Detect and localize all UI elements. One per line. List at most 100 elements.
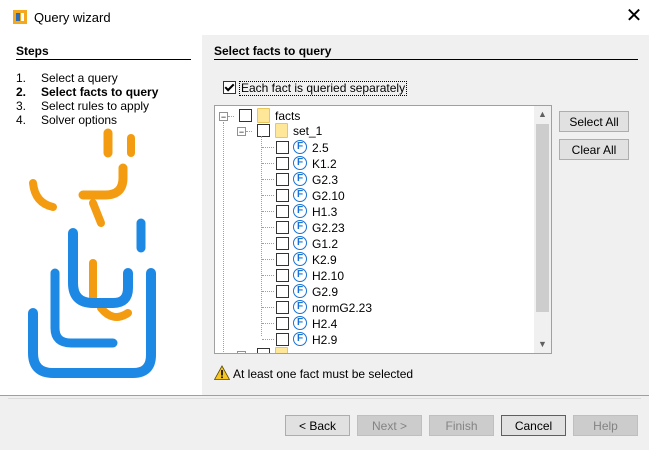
- fact-row[interactable]: F H2.10: [215, 268, 515, 284]
- steps-title: Steps: [16, 44, 49, 58]
- scroll-down-icon[interactable]: ▼: [534, 336, 551, 353]
- folder-icon: [275, 347, 288, 353]
- group-label[interactable]: set_1: [293, 124, 322, 138]
- fact-icon: F: [293, 300, 307, 314]
- group-collapse-icon[interactable]: −: [237, 127, 246, 137]
- fact-row[interactable]: FnormG2.23: [215, 300, 515, 316]
- root-checkbox[interactable]: [239, 109, 252, 122]
- step-label: Select rules to apply: [41, 99, 150, 113]
- tree-connector: [262, 275, 274, 276]
- fact-checkbox[interactable]: [276, 205, 289, 218]
- footer-divider: [8, 398, 641, 399]
- fact-icon: F: [293, 188, 307, 202]
- tree-connector: [262, 307, 274, 308]
- title-bar: Query wizard ✕: [0, 0, 649, 34]
- fact-row[interactable]: F K1.2: [215, 156, 515, 172]
- fact-row[interactable]: F H1.3: [215, 204, 515, 220]
- fact-row[interactable]: F G2.3: [215, 172, 515, 188]
- clear-all-button[interactable]: Clear All: [559, 139, 629, 160]
- fact-label[interactable]: 2.5: [312, 141, 329, 155]
- fact-checkbox[interactable]: [276, 189, 289, 202]
- fact-checkbox[interactable]: [276, 317, 289, 330]
- help-button[interactable]: Help: [573, 415, 638, 436]
- select-all-button[interactable]: Select All: [559, 111, 629, 132]
- tree-connector: [262, 179, 274, 180]
- app-icon: [13, 10, 27, 24]
- tree-vertical-scrollbar[interactable]: ▲ ▼: [534, 106, 551, 353]
- fact-icon: F: [293, 332, 307, 346]
- fact-label[interactable]: normG2.23: [312, 301, 372, 315]
- fact-icon: F: [293, 140, 307, 154]
- fact-label[interactable]: G2.23: [312, 221, 345, 235]
- step-number: 3.: [16, 99, 27, 113]
- section-divider: [214, 59, 638, 60]
- finish-button[interactable]: Finish: [429, 415, 494, 436]
- fact-icon: F: [293, 284, 307, 298]
- fact-label[interactable]: H1.3: [312, 205, 337, 219]
- group-checkbox[interactable]: [257, 124, 270, 137]
- tree-connector: [262, 259, 274, 260]
- fact-checkbox[interactable]: [276, 285, 289, 298]
- fact-row[interactable]: F G2.10: [215, 188, 515, 204]
- fact-checkbox[interactable]: [276, 141, 289, 154]
- window-title: Query wizard: [34, 10, 111, 25]
- fact-icon: F: [293, 172, 307, 186]
- fact-label[interactable]: G2.9: [312, 285, 338, 299]
- tree-connector: [262, 147, 274, 148]
- fact-checkbox[interactable]: [276, 253, 289, 266]
- scroll-thumb[interactable]: [536, 124, 549, 312]
- fact-checkbox[interactable]: [276, 237, 289, 250]
- fact-label[interactable]: K1.2: [312, 157, 337, 171]
- fact-checkbox[interactable]: [276, 221, 289, 234]
- fact-row[interactable]: F G1.2: [215, 236, 515, 252]
- step-number: 1.: [16, 71, 27, 85]
- fact-row[interactable]: F K2.9: [215, 252, 515, 268]
- tree-connector: [228, 116, 234, 117]
- facts-tree[interactable]: − facts − set_1 F 2.5 F K1.2 F G2.3 F G2.10 F H1.…: [214, 105, 552, 354]
- folder-icon: [257, 108, 270, 123]
- fact-checkbox[interactable]: [276, 157, 289, 170]
- fact-icon: F: [293, 316, 307, 330]
- fact-label[interactable]: H2.4: [312, 317, 337, 331]
- fact-label[interactable]: G1.2: [312, 237, 338, 251]
- each-separately-checkbox[interactable]: [223, 81, 236, 94]
- tree-connector: [262, 339, 274, 340]
- section-title: Select facts to query: [214, 44, 332, 58]
- wizard-footer: < Back Next > Finish Cancel Help: [0, 395, 649, 450]
- next-group-checkbox[interactable]: [257, 348, 270, 353]
- fact-row[interactable]: F 2.5: [215, 140, 515, 156]
- fact-checkbox[interactable]: [276, 333, 289, 346]
- tree-connector: [262, 323, 274, 324]
- scroll-up-icon[interactable]: ▲: [534, 106, 551, 123]
- each-separately-label[interactable]: Each fact is queried separately: [239, 81, 408, 96]
- warning-icon: [214, 365, 230, 380]
- fact-label[interactable]: K2.9: [312, 253, 337, 267]
- fact-row[interactable]: F H2.9: [215, 332, 515, 348]
- step-1: 1. Select a query: [16, 71, 118, 85]
- root-collapse-icon[interactable]: −: [219, 112, 228, 122]
- fact-checkbox[interactable]: [276, 301, 289, 314]
- back-button[interactable]: < Back: [285, 415, 350, 436]
- fact-label[interactable]: H2.9: [312, 333, 337, 347]
- tree-connector: [262, 195, 274, 196]
- tree-connector: [262, 211, 274, 212]
- fact-label[interactable]: H2.10: [312, 269, 344, 283]
- fact-row[interactable]: F H2.4: [215, 316, 515, 332]
- fact-icon: F: [293, 220, 307, 234]
- next-group-expand-icon[interactable]: −: [237, 351, 246, 353]
- fact-label[interactable]: G2.10: [312, 189, 345, 203]
- fact-icon: F: [293, 268, 307, 282]
- root-label[interactable]: facts: [275, 109, 300, 123]
- fact-label[interactable]: G2.3: [312, 173, 338, 187]
- next-button[interactable]: Next >: [357, 415, 422, 436]
- brand-logo: [28, 128, 156, 378]
- fact-row[interactable]: F G2.9: [215, 284, 515, 300]
- cancel-button[interactable]: Cancel: [501, 415, 566, 436]
- step-2: 2. Select facts to query: [16, 85, 158, 99]
- fact-row[interactable]: F G2.23: [215, 220, 515, 236]
- fact-checkbox[interactable]: [276, 173, 289, 186]
- fact-checkbox[interactable]: [276, 269, 289, 282]
- close-icon[interactable]: ✕: [622, 5, 646, 29]
- tree-connector: [262, 291, 274, 292]
- step-3: 3. Select rules to apply: [16, 99, 149, 113]
